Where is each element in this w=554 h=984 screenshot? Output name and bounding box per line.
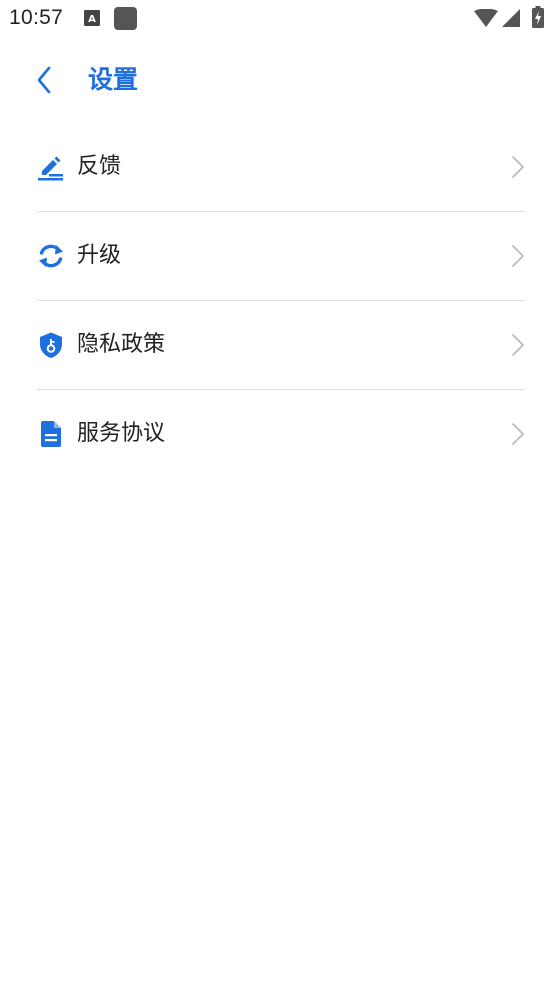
chevron-right-icon <box>512 245 524 267</box>
chevron-right-icon <box>512 156 524 178</box>
status-time: 10:57 <box>9 6 64 29</box>
chevron-right-icon <box>512 423 524 445</box>
page-title: 设置 <box>88 65 139 94</box>
chevron-right-icon <box>512 334 524 356</box>
status-bar: 10:57 A <box>0 0 554 38</box>
menu-item-service-agreement[interactable]: 服务协议 <box>37 390 525 478</box>
document-icon <box>37 420 65 448</box>
notification-icon <box>114 7 137 30</box>
menu-item-label: 隐私政策 <box>77 332 166 357</box>
battery-charging-icon <box>532 6 544 28</box>
menu-item-label: 反馈 <box>77 154 122 179</box>
app-header: 设置 <box>0 38 554 122</box>
chevron-left-icon <box>37 66 51 94</box>
shield-key-icon <box>37 331 65 359</box>
menu-item-privacy-policy[interactable]: 隐私政策 <box>37 301 525 390</box>
edit-icon <box>37 153 65 181</box>
refresh-icon <box>37 242 65 270</box>
menu-item-label: 升级 <box>77 243 122 268</box>
menu-item-label: 服务协议 <box>77 421 166 446</box>
wifi-icon <box>474 9 498 27</box>
menu-item-feedback[interactable]: 反馈 <box>37 123 525 212</box>
signal-icon <box>502 9 520 27</box>
svg-text:A: A <box>88 14 96 25</box>
menu-item-upgrade[interactable]: 升级 <box>37 212 525 301</box>
settings-menu: 反馈 升级 隐私政策 服务协议 <box>37 123 525 478</box>
back-button[interactable] <box>24 58 64 102</box>
keyboard-icon: A <box>84 10 100 26</box>
